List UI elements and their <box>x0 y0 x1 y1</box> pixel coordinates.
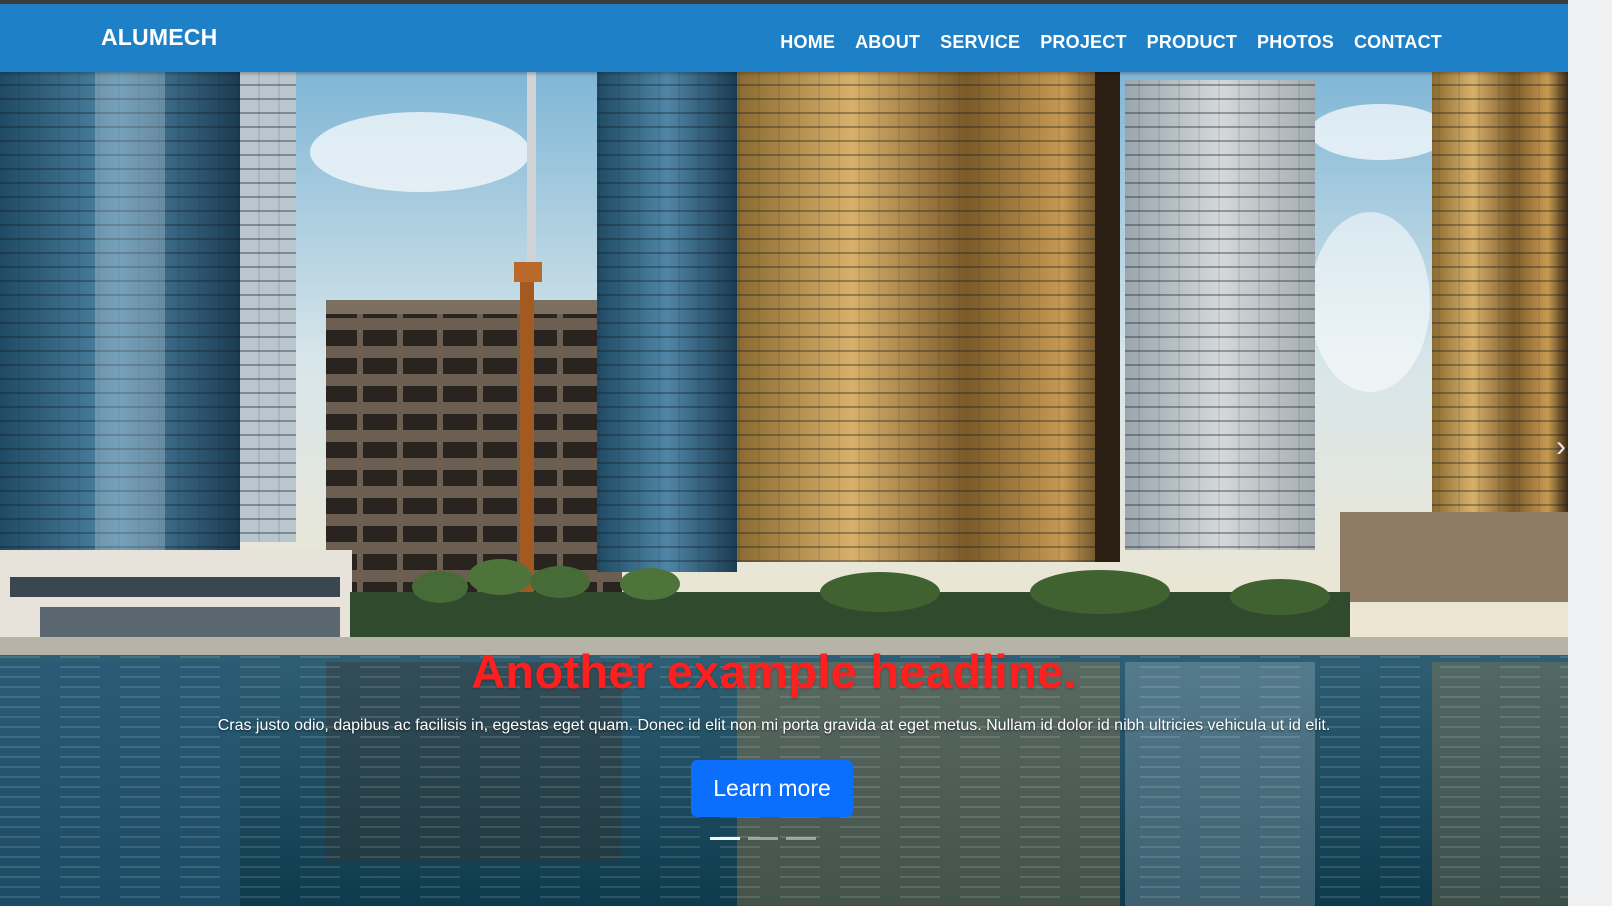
nav-photos[interactable]: PHOTOS <box>1257 32 1334 53</box>
carousel-indicator-3[interactable] <box>786 837 816 840</box>
carousel-indicators <box>710 837 816 840</box>
navbar: ALUMECH HOME ABOUT SERVICE PROJECT PRODU… <box>0 4 1568 72</box>
carousel-headline: Another example headline. <box>471 645 1077 698</box>
nav-project[interactable]: PROJECT <box>1040 32 1126 53</box>
nav-service[interactable]: SERVICE <box>940 32 1020 53</box>
carousel-indicator-1[interactable] <box>710 837 740 840</box>
nav-home[interactable]: HOME <box>780 32 835 53</box>
carousel-indicator-2[interactable] <box>748 837 778 840</box>
nav-product[interactable]: PRODUCT <box>1147 32 1237 53</box>
carousel-description: Cras justo odio, dapibus ac facilisis in… <box>217 717 1331 734</box>
nav-contact[interactable]: CONTACT <box>1354 32 1442 53</box>
window-right-edge <box>1568 0 1612 906</box>
hero-carousel: Another example headline. Cras justo odi… <box>0 72 1568 906</box>
main-nav: HOME ABOUT SERVICE PROJECT PRODUCT PHOTO… <box>780 32 1442 53</box>
brand-logo[interactable]: ALUMECH <box>101 24 217 51</box>
nav-about[interactable]: ABOUT <box>855 32 920 53</box>
carousel-caption: Another example headline. Cras justo odi… <box>0 644 1548 735</box>
page-viewport: ALUMECH HOME ABOUT SERVICE PROJECT PRODU… <box>0 4 1568 906</box>
learn-more-button[interactable]: Learn more <box>691 760 853 817</box>
chevron-right-icon[interactable]: › <box>1556 432 1566 462</box>
